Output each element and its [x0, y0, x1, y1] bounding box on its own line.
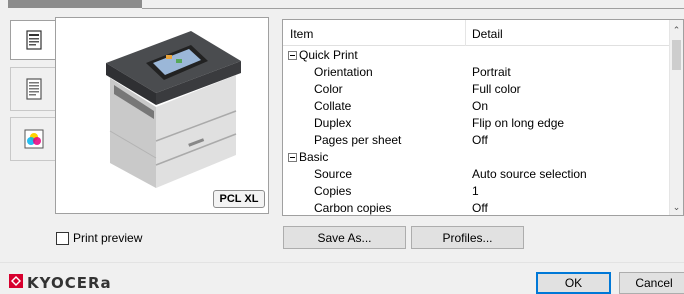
pdl-badge: PCL XL [213, 190, 265, 208]
table-rows: Quick Print Orientation Portrait Color Full … [283, 47, 671, 215]
row-detail: Off [472, 133, 488, 147]
row-detail: Auto source selection [472, 167, 587, 181]
tab-quick-print[interactable] [10, 20, 56, 60]
ok-button[interactable]: OK [536, 272, 611, 294]
row-item: Copies [314, 184, 352, 198]
table-group-row[interactable]: Quick Print [283, 47, 671, 64]
scroll-down-icon[interactable]: ⌄ [670, 199, 683, 215]
print-preview-label: Print preview [73, 231, 143, 245]
kyocera-logo-icon [8, 273, 24, 292]
row-item: Duplex [314, 116, 352, 130]
collapse-icon[interactable] [288, 153, 297, 162]
table-group-row[interactable]: Basic [283, 149, 671, 166]
row-detail: Portrait [472, 65, 511, 79]
row-item: Quick Print [299, 48, 358, 62]
vertical-scrollbar[interactable]: ⌃ ⌄ [669, 20, 683, 215]
column-header-item[interactable]: Item [290, 27, 313, 41]
table-row[interactable]: Duplex Flip on long edge [283, 115, 671, 132]
printer-preview-panel: PCL XL [55, 17, 269, 214]
table-row[interactable]: Color Full color [283, 81, 671, 98]
table-header: Item Detail [283, 20, 671, 46]
profiles-button[interactable]: Profiles... [411, 226, 524, 249]
table-row[interactable]: Collate On [283, 98, 671, 115]
row-item: Source [314, 167, 353, 181]
checkbox-box[interactable] [56, 231, 69, 245]
print-preview-checkbox[interactable]: Print preview [56, 231, 142, 245]
save-as-button[interactable]: Save As... [283, 226, 406, 249]
row-item: Carbon copies [314, 201, 392, 215]
logo-text: KYOCERa [27, 273, 112, 292]
row-detail: 1 [472, 184, 479, 198]
brand-logo: KYOCERa [8, 273, 112, 292]
cancel-button[interactable]: Cancel [619, 272, 684, 294]
table-row[interactable]: Pages per sheet Off [283, 132, 671, 149]
document-icon [24, 77, 44, 101]
settings-table[interactable]: Item Detail Quick Print Orientation Portra… [282, 19, 684, 216]
row-detail: Off [472, 201, 488, 215]
table-row[interactable]: Carbon copies Off [283, 200, 671, 215]
row-detail: On [472, 99, 489, 113]
tab-basic[interactable] [10, 67, 56, 111]
column-separator[interactable] [465, 20, 466, 46]
row-item: Orientation [314, 65, 373, 79]
table-row[interactable]: Copies 1 [283, 183, 671, 200]
row-detail: Full color [472, 82, 521, 96]
top-tab-strip [0, 0, 684, 16]
color-ink-icon [24, 129, 44, 149]
tab-imaging[interactable] [10, 117, 56, 161]
row-item: Color [314, 82, 343, 96]
divider [142, 8, 684, 9]
scroll-thumb[interactable] [672, 40, 681, 70]
printer-image [96, 23, 246, 196]
column-header-detail[interactable]: Detail [472, 27, 503, 41]
scroll-up-icon[interactable]: ⌃ [670, 22, 683, 38]
table-row[interactable]: Source Auto source selection [283, 166, 671, 183]
top-tab[interactable] [8, 0, 142, 8]
table-row[interactable]: Orientation Portrait [283, 64, 671, 81]
collapse-icon[interactable] [288, 51, 297, 60]
quick-print-icon [24, 29, 44, 51]
divider [0, 262, 684, 263]
row-item: Basic [299, 150, 329, 164]
row-item: Pages per sheet [314, 133, 402, 147]
row-item: Collate [314, 99, 352, 113]
row-detail: Flip on long edge [472, 116, 565, 130]
